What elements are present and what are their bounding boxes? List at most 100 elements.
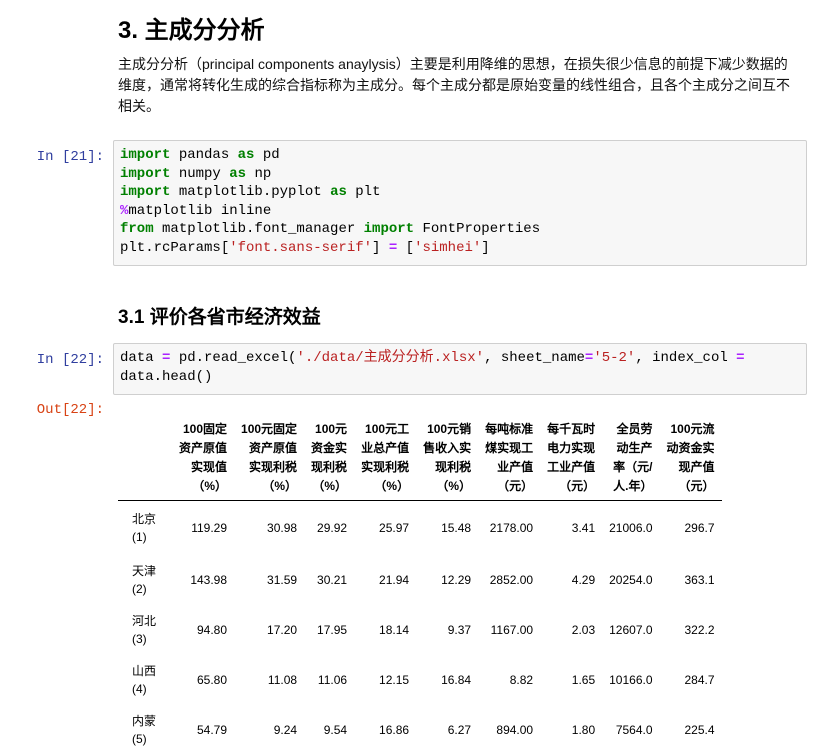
code-token: data.head()	[120, 369, 212, 385]
table-cell: 7564.0	[602, 705, 659, 755]
code-token: FontProperties	[414, 221, 540, 237]
column-header: 每吨标准煤实现工业产值（元）	[478, 416, 540, 501]
table-cell: 21.94	[354, 555, 416, 605]
code-token: , index_col	[635, 350, 736, 366]
table-cell: 15.48	[416, 501, 478, 556]
code-cell-21[interactable]: import pandas as pdimport numpy as npimp…	[113, 140, 807, 266]
table-row: 山西(4)65.8011.0811.0612.1516.848.821.6510…	[118, 655, 722, 705]
code-token: pd.read_excel(	[170, 350, 296, 366]
code-token: pandas	[170, 147, 237, 163]
code-token: [	[397, 240, 414, 256]
table-row: 北京(1)119.2930.9829.9225.9715.482178.003.…	[118, 501, 722, 556]
table-row: 内蒙(5)54.799.249.5416.866.27894.001.80756…	[118, 705, 722, 755]
table-cell: 6.27	[416, 705, 478, 755]
code-token: from	[120, 221, 154, 237]
code-token: =	[389, 240, 397, 256]
code-token: =	[736, 350, 744, 366]
table-cell: 12.29	[416, 555, 478, 605]
table-cell: 225.4	[660, 705, 722, 755]
column-header: 100元资金实现利税（%）	[304, 416, 354, 501]
table-cell: 1167.00	[478, 605, 540, 655]
code-line: plt.rcParams['font.sans-serif'] = ['simh…	[120, 239, 800, 258]
table-cell: 65.80	[172, 655, 234, 705]
row-index-label: 天津(2)	[118, 555, 172, 605]
table-cell: 119.29	[172, 501, 234, 556]
row-index-label: 山西(4)	[118, 655, 172, 705]
table-cell: 17.20	[234, 605, 304, 655]
table-cell: 296.7	[660, 501, 722, 556]
code-token: './data/主成分分析.xlsx'	[296, 350, 484, 366]
section-heading: 3. 主成分分析	[118, 10, 265, 45]
table-cell: 284.7	[660, 655, 722, 705]
index-header	[118, 416, 172, 501]
table-cell: 894.00	[478, 705, 540, 755]
code-token: '5-2'	[593, 350, 635, 366]
column-header: 100固定资产原值实现值（%）	[172, 416, 234, 501]
code-token: numpy	[170, 166, 229, 182]
column-header: 100元固定资产原值实现利税（%）	[234, 416, 304, 501]
table-row: 河北(3)94.8017.2017.9518.149.371167.002.03…	[118, 605, 722, 655]
table-cell: 29.92	[304, 501, 354, 556]
code-line: %matplotlib inline	[120, 202, 800, 221]
code-token: 'simhei'	[414, 240, 481, 256]
table-cell: 12607.0	[602, 605, 659, 655]
table-cell: 11.06	[304, 655, 354, 705]
input-prompt-21: In [21]:	[0, 149, 104, 165]
table-cell: 4.29	[540, 555, 602, 605]
table-cell: 1.80	[540, 705, 602, 755]
table-cell: 2178.00	[478, 501, 540, 556]
code-token: as	[330, 184, 347, 200]
column-header: 全员劳动生产率（元/人.年）	[602, 416, 659, 501]
code-token: np	[246, 166, 271, 182]
table-row: 天津(2)143.9831.5930.2121.9412.292852.004.…	[118, 555, 722, 605]
column-header: 100元销售收入实现利税（%）	[416, 416, 478, 501]
code-token: pd	[254, 147, 279, 163]
code-line: from matplotlib.font_manager import Font…	[120, 220, 800, 239]
code-token: import	[120, 184, 170, 200]
table-cell: 12.15	[354, 655, 416, 705]
input-prompt-22: In [22]:	[0, 352, 104, 368]
table-cell: 11.08	[234, 655, 304, 705]
row-index-label: 内蒙(5)	[118, 705, 172, 755]
code-token: import	[120, 147, 170, 163]
table-cell: 363.1	[660, 555, 722, 605]
code-token: matplotlib.font_manager	[154, 221, 364, 237]
code-token: matplotlib.pyplot	[170, 184, 330, 200]
code-token: 'font.sans-serif'	[229, 240, 372, 256]
code-token: as	[238, 147, 255, 163]
code-line: import numpy as np	[120, 165, 800, 184]
table-cell: 16.84	[416, 655, 478, 705]
table-cell: 16.86	[354, 705, 416, 755]
table-cell: 94.80	[172, 605, 234, 655]
code-token: data	[120, 350, 162, 366]
code-token: ]	[372, 240, 389, 256]
table-cell: 30.98	[234, 501, 304, 556]
table-cell: 25.97	[354, 501, 416, 556]
row-index-label: 河北(3)	[118, 605, 172, 655]
table-cell: 10166.0	[602, 655, 659, 705]
section-paragraph: 主成分分析（principal components anaylysis）主要是…	[118, 54, 800, 117]
code-line: data = pd.read_excel('./data/主成分分析.xlsx'…	[120, 349, 800, 368]
code-token: matplotlib inline	[128, 203, 271, 219]
code-cell-22[interactable]: data = pd.read_excel('./data/主成分分析.xlsx'…	[113, 343, 807, 395]
code-token: plt	[347, 184, 381, 200]
table-cell: 9.24	[234, 705, 304, 755]
table-cell: 1.65	[540, 655, 602, 705]
code-token: plt.rcParams[	[120, 240, 229, 256]
column-header: 每千瓦时电力实现工业产值（元）	[540, 416, 602, 501]
subsection-heading: 3.1 评价各省市经济效益	[118, 302, 321, 329]
dataframe-header-row: 100固定资产原值实现值（%）100元固定资产原值实现利税（%）100元资金实现…	[118, 416, 722, 501]
table-cell: 8.82	[478, 655, 540, 705]
table-cell: 143.98	[172, 555, 234, 605]
code-token: ]	[481, 240, 489, 256]
table-cell: 18.14	[354, 605, 416, 655]
table-cell: 322.2	[660, 605, 722, 655]
code-token: , sheet_name	[484, 350, 585, 366]
table-cell: 20254.0	[602, 555, 659, 605]
table-cell: 2.03	[540, 605, 602, 655]
dataframe-output: 100固定资产原值实现值（%）100元固定资产原值实现利税（%）100元资金实现…	[118, 416, 722, 755]
code-line: import pandas as pd	[120, 146, 800, 165]
column-header: 100元工业总产值实现利税（%）	[354, 416, 416, 501]
code-token: import	[120, 166, 170, 182]
table-cell: 31.59	[234, 555, 304, 605]
